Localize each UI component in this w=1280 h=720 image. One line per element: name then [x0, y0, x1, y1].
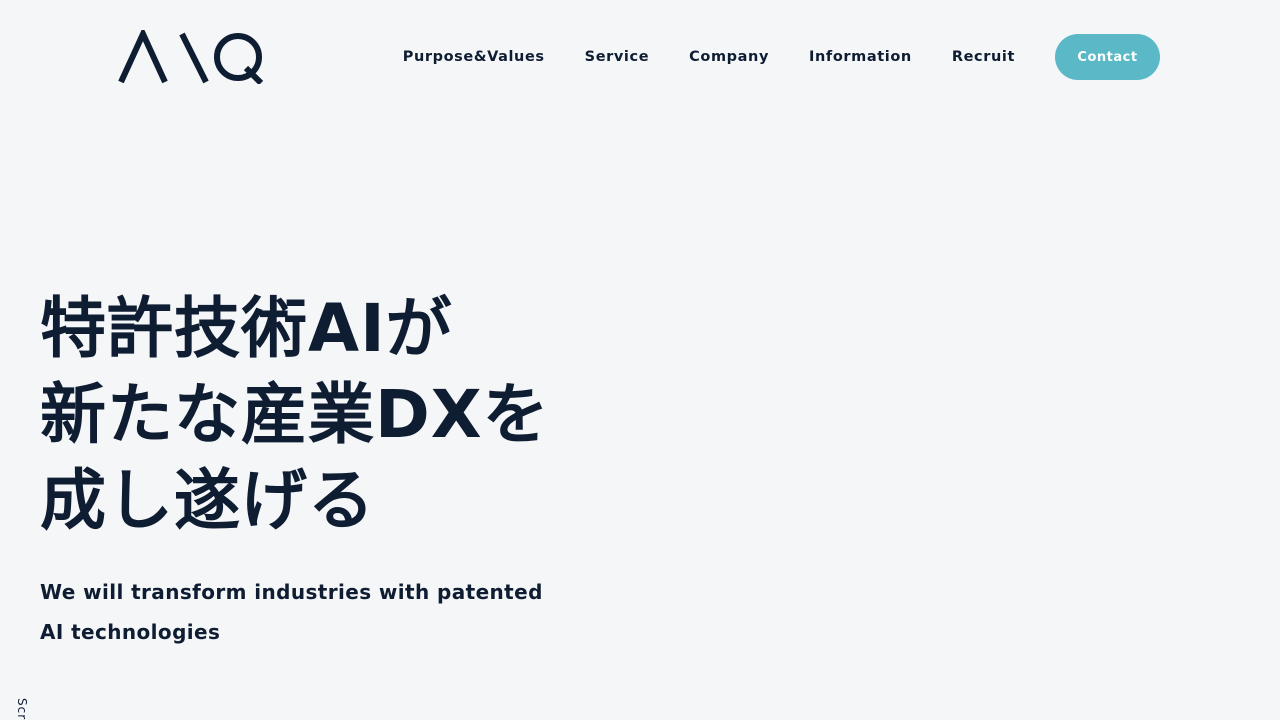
nav-item-service[interactable]: Service: [585, 49, 649, 65]
hero-title-line: 成し遂げる: [40, 462, 375, 539]
hero-subtitle-line: AI technologies: [40, 620, 221, 644]
contact-button[interactable]: Contact: [1055, 34, 1160, 80]
aiq-logo[interactable]: [118, 30, 264, 84]
main-nav: Purpose&Values Service Company Informati…: [403, 34, 1160, 80]
nav-item-recruit[interactable]: Recruit: [952, 49, 1015, 65]
hero-subtitle: We will transform industries with patent…: [40, 572, 543, 652]
hero-title: 特許技術AIが 新たな産業DXを 成し遂げる: [40, 286, 550, 544]
nav-item-purpose-values[interactable]: Purpose&Values: [403, 49, 545, 65]
hero-title-line: 新たな産業DXを: [40, 376, 550, 453]
scroll-indicator[interactable]: Scroll: [15, 698, 29, 720]
page: Purpose&Values Service Company Informati…: [0, 0, 1280, 720]
hero-title-line: 特許技術AIが: [40, 290, 453, 367]
nav-item-company[interactable]: Company: [689, 49, 769, 65]
hero-subtitle-line: We will transform industries with patent…: [40, 580, 543, 604]
nav-item-information[interactable]: Information: [809, 49, 912, 65]
